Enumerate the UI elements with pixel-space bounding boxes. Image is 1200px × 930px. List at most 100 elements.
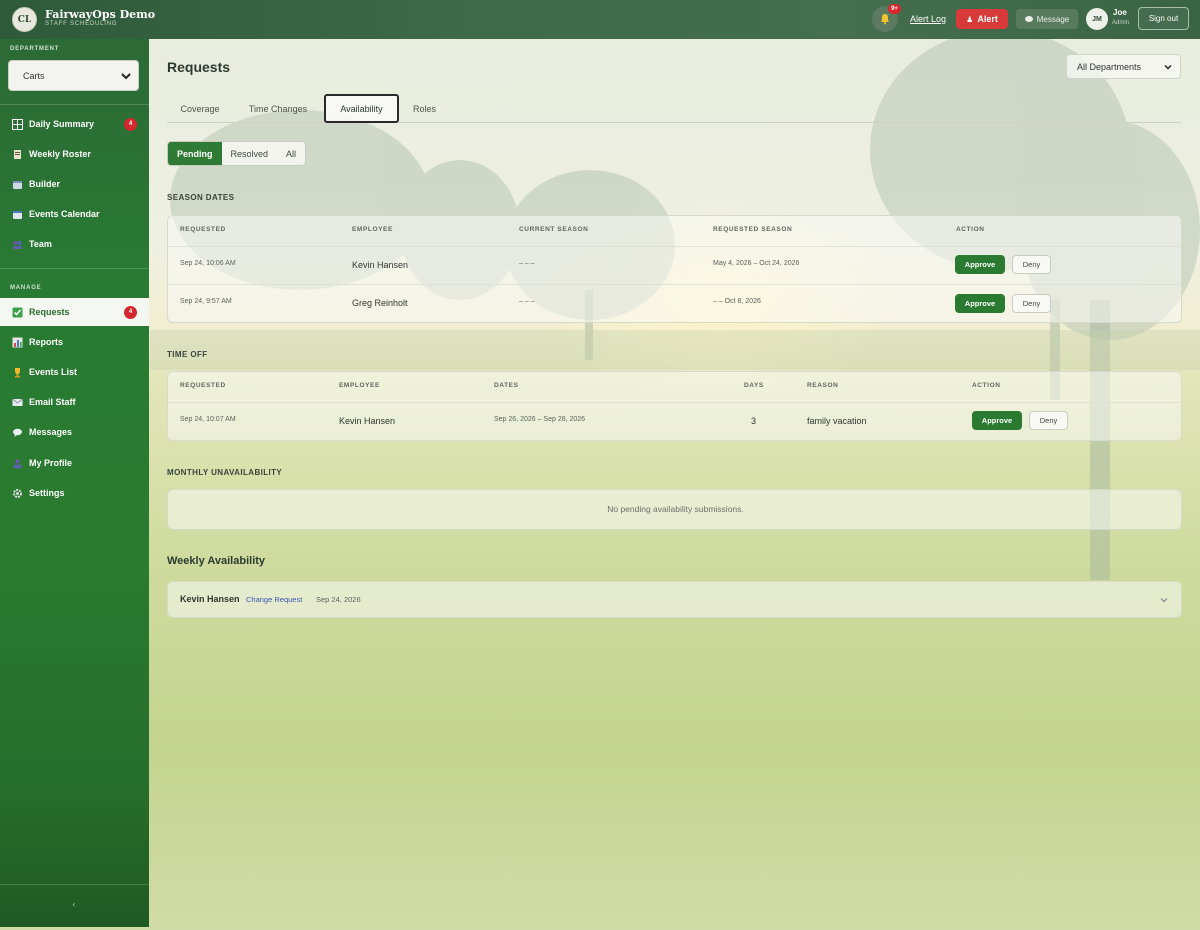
request-date: Sep 24, 2026 — [316, 595, 361, 604]
sidebar-item-team[interactable]: Team — [0, 230, 149, 258]
roster-icon — [14, 149, 21, 159]
chat-icon — [13, 428, 22, 437]
message-button[interactable]: Message — [1016, 9, 1078, 29]
approve-button[interactable]: Approve — [955, 255, 1005, 274]
bell-icon — [881, 14, 889, 25]
tab-availability[interactable]: Availability — [324, 94, 399, 123]
monthly-unavailability-heading: MONTHLY UNAVAILABILITY — [167, 468, 283, 477]
column-header: EMPLOYEE — [339, 382, 380, 389]
trophy-icon — [15, 367, 20, 377]
deny-button[interactable]: Deny — [1012, 255, 1051, 274]
sidebar-item-messages[interactable]: Messages — [0, 418, 149, 446]
sidebar-item-label: Events Calendar — [29, 209, 100, 219]
tab-coverage[interactable]: Coverage — [167, 96, 233, 122]
page-title: Requests — [167, 59, 231, 75]
filter-pending[interactable]: Pending — [168, 142, 222, 165]
sidebar-item-label: Weekly Roster — [29, 149, 91, 159]
sidebar-item-label: Email Staff — [29, 397, 76, 407]
sidebar-divider — [0, 268, 149, 269]
deny-button[interactable]: Deny — [1012, 294, 1051, 313]
department-select[interactable]: Carts — [8, 60, 139, 91]
requested-time: Sep 24, 10:06 AM — [180, 260, 236, 267]
sidebar-item-label: Settings — [29, 488, 65, 498]
manage-section-label: MANAGE — [10, 285, 42, 291]
deny-button[interactable]: Deny — [1029, 411, 1068, 430]
column-header: DAYS — [744, 382, 764, 389]
sidebar-item-weekly-roster[interactable]: Weekly Roster — [0, 140, 149, 168]
column-header: REQUESTED — [180, 226, 226, 233]
sidebar-item-label: Daily Summary — [29, 119, 95, 129]
sidebar-item-settings[interactable]: Settings — [0, 479, 149, 507]
approve-button[interactable]: Approve — [972, 411, 1022, 430]
collapse-sidebar-icon[interactable]: ‹ — [68, 899, 80, 911]
sidebar-item-events-list[interactable]: Events List — [0, 358, 149, 386]
season-dates-heading: SEASON DATES — [167, 193, 235, 202]
email-icon — [12, 398, 23, 406]
employee-name: Kevin Hansen — [352, 260, 409, 270]
main-content: Requests All Departments Coverage Time C… — [149, 39, 1200, 930]
current-season: – – – — [519, 298, 535, 305]
employee-name: Greg Reinholt — [352, 298, 408, 308]
time-off-days: 3 — [751, 416, 757, 426]
requested-season: May 4, 2026 – Oct 24, 2026 — [713, 260, 800, 267]
sidebar-item-label: My Profile — [29, 458, 73, 468]
time-off-heading: TIME OFF — [167, 350, 208, 359]
chevron-down-icon — [1164, 64, 1172, 70]
weekly-availability-item[interactable]: Kevin Hansen Change Request Sep 24, 2026 — [167, 581, 1182, 618]
column-header: EMPLOYEE — [352, 226, 393, 233]
column-header: REASON — [807, 382, 839, 389]
gear-icon — [13, 488, 22, 498]
column-header: DATES — [494, 382, 519, 389]
sidebar-item-builder[interactable]: Builder — [0, 170, 149, 198]
sidebar-item-my-profile[interactable]: My Profile — [0, 449, 149, 477]
user-role: Admin — [1112, 20, 1130, 26]
alert-log-link[interactable]: Alert Log — [910, 14, 946, 24]
department-filter-select[interactable]: All Departments — [1066, 54, 1181, 79]
sidebar-item-label: Requests — [29, 307, 70, 317]
sidebar-item-label: Reports — [29, 337, 64, 347]
filter-all[interactable]: All — [277, 142, 305, 165]
column-header: REQUESTED — [180, 382, 226, 389]
sign-out-button[interactable]: Sign out — [1138, 7, 1189, 30]
app-subtitle: STAFF SCHEDULING — [45, 21, 118, 27]
notification-count-badge: 9+ — [888, 4, 901, 14]
chevron-down-icon — [121, 73, 131, 80]
time-off-reason: family vacation — [807, 416, 867, 426]
approve-button[interactable]: Approve — [955, 294, 1005, 313]
sidebar-item-daily-summary[interactable]: Daily Summary 4 — [0, 110, 149, 138]
grid-icon — [12, 118, 23, 130]
sidebar-item-email-staff[interactable]: Email Staff — [0, 388, 149, 416]
sidebar: DEPARTMENT Carts Daily Summary 4 Weekly … — [0, 39, 149, 927]
weekly-availability-heading: Weekly Availability — [167, 555, 266, 567]
club-logo[interactable]: CL — [12, 7, 37, 32]
filter-resolved[interactable]: Resolved — [222, 142, 278, 165]
sidebar-item-events-calendar[interactable]: Events Calendar — [0, 200, 149, 228]
employee-name: Kevin Hansen — [339, 416, 396, 426]
app-title: FairwayOps Demo — [45, 8, 156, 21]
requested-season: – – Oct 8, 2026 — [713, 298, 761, 305]
requested-time: Sep 24, 9:57 AM — [180, 298, 232, 305]
siren-icon: ♟ — [966, 14, 974, 24]
empty-state-message: No pending availability submissions. — [607, 504, 744, 514]
top-bar: CL FairwayOps Demo STAFF SCHEDULING 9+ A… — [0, 0, 1200, 39]
sidebar-item-label: Messages — [29, 427, 73, 437]
person-icon — [13, 458, 22, 468]
sidebar-item-label: Team — [29, 239, 52, 249]
chart-icon — [12, 337, 23, 347]
tab-time-changes[interactable]: Time Changes — [237, 96, 319, 122]
department-select-value: Carts — [23, 70, 45, 81]
change-request-link[interactable]: Change Request — [246, 595, 302, 604]
daily-summary-badge: 4 — [124, 117, 137, 131]
sidebar-item-reports[interactable]: Reports — [0, 328, 149, 356]
user-avatar[interactable]: JM — [1086, 8, 1108, 30]
sidebar-item-label: Builder — [29, 179, 61, 189]
chevron-down-icon[interactable] — [1159, 595, 1169, 605]
requested-time: Sep 24, 10:07 AM — [180, 416, 236, 423]
sidebar-item-requests[interactable]: Requests 4 — [0, 298, 149, 326]
tab-roles[interactable]: Roles — [404, 96, 445, 122]
column-header: CURRENT SEASON — [519, 226, 589, 233]
time-off-table: REQUESTED EMPLOYEE DATES DAYS REASON ACT… — [167, 371, 1182, 441]
season-dates-table: REQUESTED EMPLOYEE CURRENT SEASON REQUES… — [167, 215, 1182, 323]
department-filter-value: All Departments — [1077, 61, 1142, 72]
alert-button[interactable]: ♟ Alert — [956, 9, 1008, 29]
